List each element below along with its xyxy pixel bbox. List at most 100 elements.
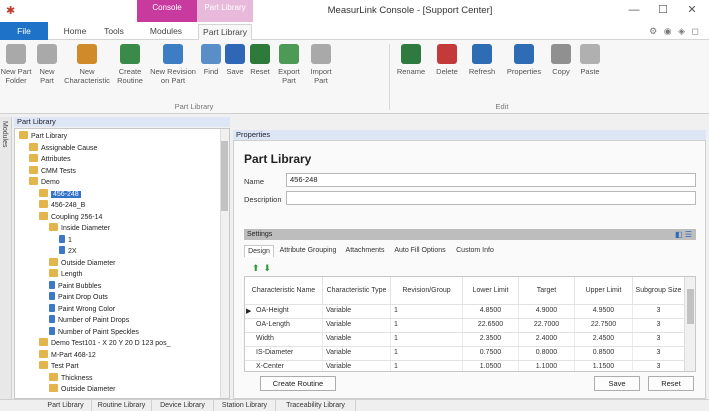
tab-bottom-traceability-library[interactable]: Traceability Library [276,400,356,411]
cell-rev[interactable]: 1 [391,319,463,332]
tree-item[interactable]: 456-248 [39,188,81,198]
tree-item[interactable]: Outside Diameter [49,257,115,267]
tab-part-library[interactable]: Part Library [198,24,252,40]
col-upper-limit[interactable]: Upper Limit [575,277,633,304]
tree-item[interactable]: Test Part [39,361,79,370]
tab-bottom-routine-library[interactable]: Routine Library [92,400,152,411]
table-row[interactable]: X-Center Variable 1 1.0500 1.1000 1.1500 3 [245,360,685,371]
cell-lower[interactable]: 22.6500 [463,319,519,332]
tree-scrollbar[interactable] [220,129,229,398]
settings-view-icons[interactable]: ◧ ☰ [675,229,692,240]
tab-bottom-part-library[interactable]: Part Library [40,400,92,411]
tab-design[interactable]: Design [244,245,274,257]
move-arrows[interactable]: ⬆⬇ [252,263,275,274]
save-ribbon-button[interactable]: Save [224,44,246,76]
cell-size[interactable]: 3 [633,319,685,332]
create-routine-button[interactable]: Create Routine [113,44,147,85]
cell-name[interactable]: OA-Length [253,319,323,332]
cell-upper[interactable]: 0.8500 [575,347,633,360]
refresh-button[interactable]: Refresh [465,44,499,76]
maximize-button[interactable]: ☐ [651,3,675,17]
move-up-icon[interactable]: ⬆ [252,263,264,273]
cell-name[interactable]: Width [253,333,323,346]
tab-custom-info[interactable]: Custom Info [452,245,498,257]
tree-item[interactable]: Attributes [29,154,71,163]
tree-item[interactable]: Number of Paint Drops [49,315,129,324]
properties-button[interactable]: Properties [503,44,545,76]
move-down-icon[interactable]: ⬇ [264,263,276,273]
tree-scroll-thumb[interactable] [221,141,228,211]
copy-button[interactable]: Copy [548,44,574,76]
cell-size[interactable]: 3 [633,361,685,371]
rename-button[interactable]: Rename [394,44,428,76]
grid-scroll-thumb[interactable] [687,289,694,324]
minimize-button[interactable]: — [622,3,646,17]
cell-target[interactable]: 4.9000 [519,305,575,318]
tree-item[interactable]: Part Library [19,131,67,140]
tab-bottom-station-library[interactable]: Station Library [214,400,276,411]
tree-item[interactable]: Paint Drop Outs [49,292,108,301]
tab-modules[interactable]: Modules [142,24,190,40]
modules-sidebar[interactable]: Modules [0,117,12,399]
cell-type[interactable]: Variable [323,347,391,360]
col-target[interactable]: Target [519,277,575,304]
characteristics-grid[interactable]: Characteristic Name Characteristic Type … [244,276,696,372]
new-characteristic-button[interactable]: New Characteristic [64,44,110,85]
tab-bottom-device-library[interactable]: Device Library [152,400,214,411]
quick-access-icons[interactable]: ⚙ ◉ ◈ ◻ [649,26,701,37]
tree-item[interactable]: Length [49,269,82,278]
table-row[interactable]: Width Variable 1 2.3500 2.4000 2.4500 3 [245,332,685,346]
cell-type[interactable]: Variable [323,361,391,371]
tab-file[interactable]: File [0,22,48,40]
cell-rev[interactable]: 1 [391,333,463,346]
grid-scrollbar[interactable] [684,277,695,371]
tree-item[interactable]: Coupling 256-14 [39,211,102,221]
col-revision-group[interactable]: Revision/Group [391,277,463,304]
tree-item[interactable]: Demo Test101 - X 20 Y 20 D 123 pos_ [39,338,170,347]
cell-target[interactable]: 22.7000 [519,319,575,332]
description-field[interactable] [286,191,696,205]
tree-item[interactable]: Number of Paint Speckles [49,326,139,336]
table-row[interactable]: OA-Height Variable 1 4.8500 4.9000 4.9500 3 ▶ [245,304,685,318]
tree-item[interactable]: Inside Diameter [49,223,110,232]
cell-type[interactable]: Variable [323,319,391,332]
paste-button[interactable]: Paste [577,44,603,76]
name-field[interactable]: 456-248 [286,173,696,187]
new-part-folder-button[interactable]: New Part Folder [0,44,32,85]
table-row[interactable]: OA-Length Variable 1 22.6500 22.7000 22.7500 3 [245,318,685,332]
cell-target[interactable]: 0.8000 [519,347,575,360]
tab-tools[interactable]: Tools [98,24,130,40]
save-button[interactable]: Save [594,376,640,391]
export-part-button[interactable]: Export Part [274,44,304,85]
delete-button[interactable]: Delete [432,44,462,76]
cell-lower[interactable]: 0.7500 [463,347,519,360]
close-button[interactable]: ✕ [680,3,704,17]
tab-attribute-grouping[interactable]: Attribute Grouping [276,245,340,257]
tab-auto-fill-options[interactable]: Auto Fill Options [390,245,450,257]
tree-item[interactable]: Assignable Cause [29,142,97,152]
tree-item[interactable]: Paint Wrong Color [49,303,115,313]
tree-item[interactable]: Demo [29,177,60,186]
cell-name[interactable]: X-Center [253,361,323,371]
cell-rev[interactable]: 1 [391,361,463,371]
tree-item[interactable]: 1 [59,234,72,244]
col-subgroup-size[interactable]: Subgroup Size [633,277,685,304]
cell-upper[interactable]: 1.1500 [575,361,633,371]
tree-item[interactable]: Paint Bubbles [49,280,101,290]
tree-item[interactable]: 2X [59,246,77,255]
cell-upper[interactable]: 2.4500 [575,333,633,346]
part-library-tree[interactable]: Part Library Assignable Cause Attributes CM… [14,128,230,399]
cell-target[interactable]: 1.1000 [519,361,575,371]
col-characteristic-type[interactable]: Characteristic Type [323,277,391,304]
app-logo-icon[interactable]: ✱ [6,5,18,17]
tree-item[interactable]: 456-248_B [39,200,85,209]
cell-type[interactable]: Variable [323,333,391,346]
cell-size[interactable]: 3 [633,305,685,318]
import-part-button[interactable]: Import Part [306,44,336,85]
tab-home[interactable]: Home [58,24,92,40]
cell-lower[interactable]: 1.0500 [463,361,519,371]
cell-rev[interactable]: 1 [391,305,463,318]
tree-item[interactable]: Outside Diameter [49,384,115,393]
cell-name[interactable]: IS-Diameter [253,347,323,360]
new-revision-button[interactable]: New Revision on Part [150,44,196,85]
